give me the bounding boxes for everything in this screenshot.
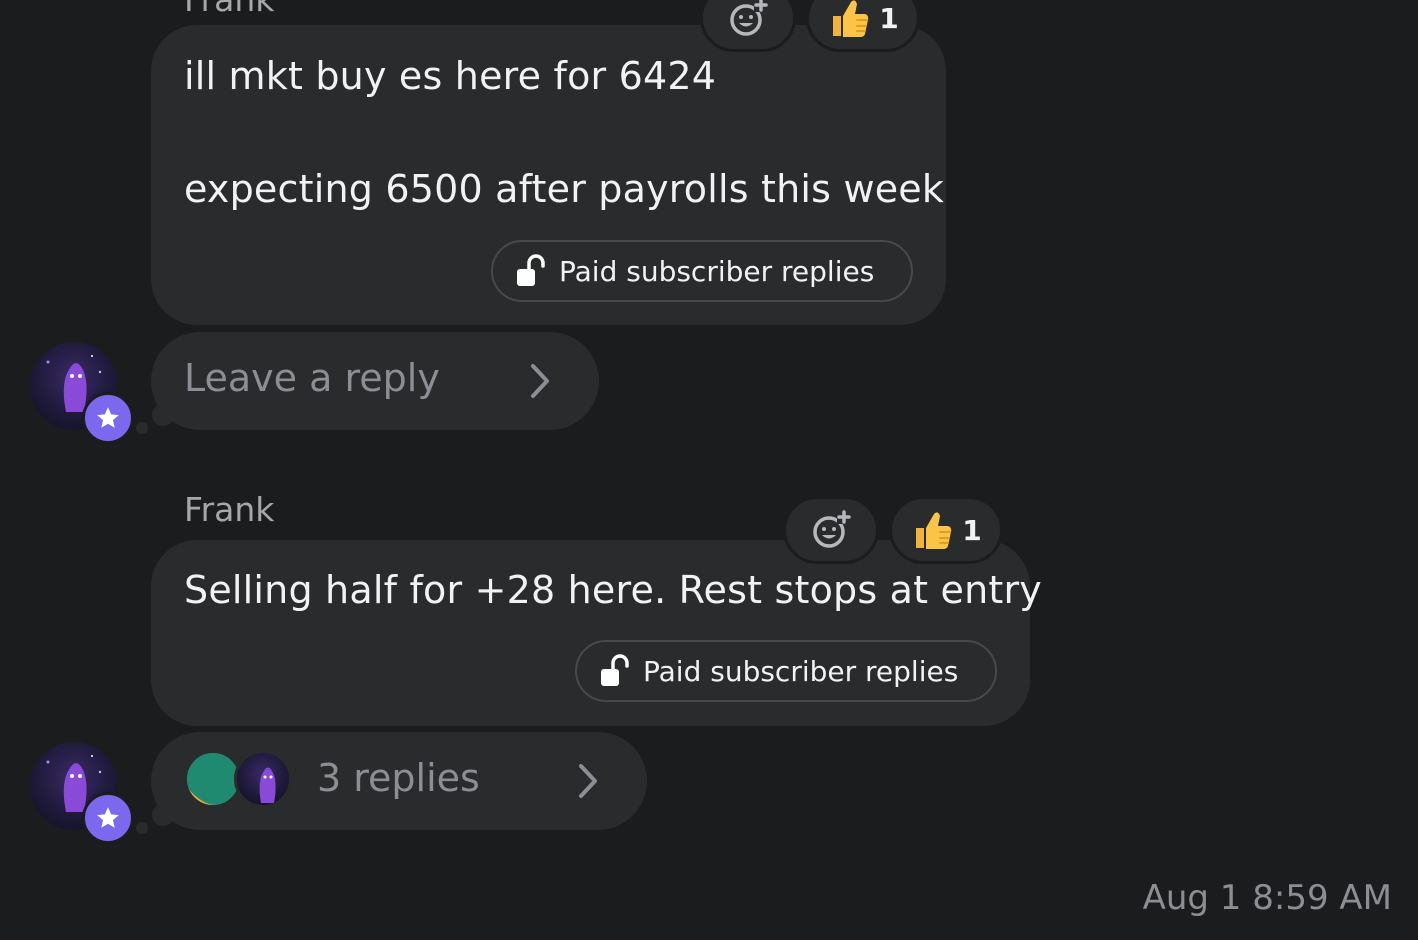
message-text: expecting 6500 after payrolls this week	[184, 167, 945, 211]
add-reaction-button[interactable]	[783, 496, 879, 564]
replies-count-label: 3 replies	[317, 756, 480, 800]
paid-replies-label: Paid subscriber replies	[559, 254, 875, 288]
bubble-tail	[136, 422, 148, 434]
bubble-tail	[136, 822, 148, 834]
reaction-count: 1	[962, 513, 982, 547]
message-bubble[interactable]: ill mkt buy es here for 6424 expecting 6…	[151, 25, 946, 325]
view-replies-button[interactable]: 3 replies	[151, 732, 647, 830]
sender-name: Frank	[184, 490, 275, 529]
leave-reply-button[interactable]: Leave a reply	[151, 332, 599, 430]
thumbs-up-reaction[interactable]: 1	[889, 496, 1003, 564]
star-icon	[97, 407, 119, 428]
sender-name: Frank	[184, 0, 274, 19]
thumbs-up-emoji	[910, 508, 954, 552]
unlock-icon	[515, 254, 549, 288]
thumbs-up-reaction[interactable]: 1	[806, 0, 920, 52]
star-badge	[82, 392, 134, 444]
user-avatar[interactable]	[30, 342, 134, 444]
message-bubble[interactable]: Selling half for +28 here. Rest stops at…	[151, 540, 1042, 726]
add-reaction-button[interactable]	[700, 0, 796, 52]
chat-thread: Frank ill mkt buy es here for 6424 expec…	[0, 0, 1418, 940]
unlock-icon	[599, 654, 633, 688]
message-text: ill mkt buy es here for 6424	[184, 54, 717, 98]
add-reaction-icon	[730, 0, 768, 36]
paid-subscriber-replies-button[interactable]: Paid subscriber replies	[575, 640, 997, 702]
add-reaction-icon	[813, 510, 851, 548]
paid-replies-label: Paid subscriber replies	[643, 654, 959, 688]
star-badge	[82, 792, 134, 844]
star-icon	[97, 807, 119, 828]
chevron-right-icon	[579, 764, 597, 798]
paid-subscriber-replies-button[interactable]: Paid subscriber replies	[491, 240, 913, 302]
reaction-count: 1	[879, 1, 899, 35]
thumbs-up-emoji	[827, 0, 871, 40]
message-text: Selling half for +28 here. Rest stops at…	[184, 568, 1042, 612]
replier-avatars	[184, 750, 304, 810]
chevron-right-icon	[531, 364, 549, 398]
user-avatar[interactable]	[30, 742, 134, 844]
reply-label: Leave a reply	[184, 356, 440, 400]
message-timestamp: Aug 1 8:59 AM	[1142, 878, 1392, 918]
replier-avatar	[234, 750, 292, 808]
